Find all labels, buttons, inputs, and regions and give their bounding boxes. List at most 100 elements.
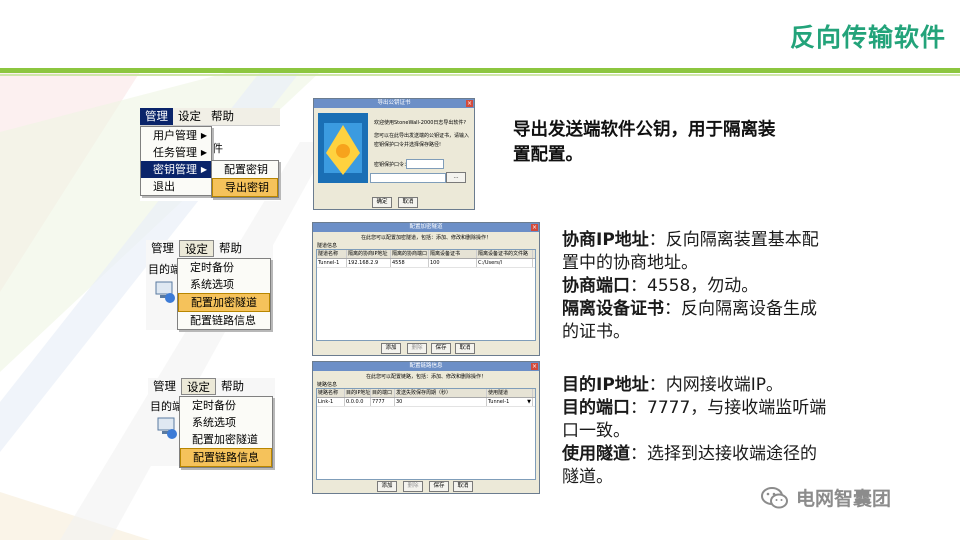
menu-item-exit[interactable]: 退出 bbox=[141, 178, 211, 195]
menu-item-system-options[interactable]: 系统选项 bbox=[178, 276, 270, 293]
column-header: 发送失败保存周期（秒） bbox=[395, 389, 487, 397]
menu-item-label: 任务管理 bbox=[153, 146, 197, 159]
table-cell: 30 bbox=[395, 398, 487, 406]
table-cell: 192.168.2.9 bbox=[347, 259, 391, 267]
dialog-title: 配置加密隧道 bbox=[409, 224, 443, 230]
key-use-tunnel: 使用隧道 bbox=[562, 444, 630, 464]
menu-item-config-link[interactable]: 配置链路信息 bbox=[178, 312, 270, 329]
key-destination-port: 目的端口 bbox=[562, 398, 630, 418]
table-cell: 100 bbox=[429, 259, 477, 267]
tunnel-table: 隧道名称 隔离的协商IP地址 隔离的协商端口 隔离设备证书 隔离设备证书的文件路… bbox=[316, 249, 536, 341]
dialog-title: 导出公钥证书 bbox=[377, 100, 411, 106]
key-submenu: 配置密钥 导出密钥 bbox=[211, 160, 279, 198]
menu-help[interactable]: 帮助 bbox=[216, 378, 249, 395]
value-destination-ip: ：内网接收端IP。 bbox=[648, 375, 784, 395]
submenu-arrow-icon: ▶ bbox=[200, 148, 207, 157]
menu-settings[interactable]: 设定 bbox=[181, 378, 216, 395]
column-header: 隧道名称 bbox=[317, 250, 347, 258]
chevron-down-icon: ▼ bbox=[527, 399, 531, 405]
cancel-button[interactable]: 取消 bbox=[455, 343, 475, 354]
menu-item-config-tunnel[interactable]: 配置加密隧道 bbox=[180, 431, 272, 448]
password-input[interactable] bbox=[406, 159, 444, 169]
menu-screenshot-3: 管理 设定 帮助 目的端 定时备份 系统选项 配置加密隧道 配置链路信息 bbox=[148, 378, 275, 468]
dialog-subtitle: 在此您可以配置加密隧道，包括：添加、修改和删除操作！ bbox=[360, 235, 491, 241]
tunnel-select-value: Tunnel-1 bbox=[488, 399, 510, 405]
menu-item-export-key[interactable]: 导出密钥 bbox=[212, 178, 278, 197]
menu-manage[interactable]: 管理 bbox=[140, 108, 173, 125]
submenu-arrow-icon: ▶ bbox=[200, 131, 207, 140]
menu-item-label: 用户管理 bbox=[153, 129, 197, 142]
export-key-dialog: 导出公钥证书 × 欢迎使用StoneWall-2000日志导出软件? 您可以在此导… bbox=[313, 98, 475, 210]
column-header: 隔离的协商端口 bbox=[392, 250, 429, 258]
menu-help[interactable]: 帮助 bbox=[214, 240, 247, 257]
computer-icon bbox=[157, 417, 177, 439]
link-table: 链路名称 目的IP地址 目的端口 发送失败保存周期（秒） 使用隧道 Link-1… bbox=[316, 388, 536, 480]
column-header: 隔离设备证书的文件路 bbox=[477, 250, 533, 258]
menu-item-config-link[interactable]: 配置链路信息 bbox=[180, 448, 272, 467]
menu-item-task-manage[interactable]: 任务管理 ▶ bbox=[141, 144, 211, 161]
menu-screenshot-2: 管理 设定 帮助 目的端 定时备份 系统选项 配置加密隧道 配置链路信息 bbox=[146, 240, 273, 330]
tunnel-select[interactable]: Tunnel-1 ▼ bbox=[487, 398, 533, 406]
menu-help[interactable]: 帮助 bbox=[206, 108, 239, 125]
dialog-line-2: 您可以在此导出发送端的公钥证书，请输入 bbox=[374, 133, 470, 139]
close-icon[interactable]: × bbox=[531, 363, 538, 370]
menu-manage[interactable]: 管理 bbox=[146, 240, 179, 257]
menu-manage[interactable]: 管理 bbox=[148, 378, 181, 395]
key-destination-ip: 目的IP地址 bbox=[562, 375, 649, 395]
menu-item-system-options[interactable]: 系统选项 bbox=[180, 414, 272, 431]
column-header: 目的IP地址 bbox=[346, 389, 371, 397]
link-config-dialog: 配置链路信息 × 在此您可以配置链路，包括：添加、修改和删除操作！ 链路信息 链路… bbox=[312, 361, 540, 494]
key-negotiation-ip: 协商IP地址 bbox=[562, 230, 649, 250]
dialog-titlebar: 配置链路信息 × bbox=[313, 362, 539, 371]
menu-item-scheduled-backup[interactable]: 定时备份 bbox=[180, 397, 272, 414]
menu-item-config-key[interactable]: 配置密钥 bbox=[212, 161, 278, 178]
table-row[interactable]: Tunnel-1 192.168.2.9 4558 100 C:/Users/l bbox=[317, 259, 535, 268]
delete-button[interactable]: 删除 bbox=[407, 343, 427, 354]
save-button[interactable]: 保存 bbox=[429, 481, 449, 492]
delete-button[interactable]: 删除 bbox=[403, 481, 423, 492]
close-icon[interactable]: × bbox=[466, 100, 473, 107]
menu-item-config-tunnel[interactable]: 配置加密隧道 bbox=[178, 293, 270, 312]
background-text: 件 bbox=[212, 142, 223, 155]
menu-item-label: 退出 bbox=[153, 180, 175, 193]
menu-settings[interactable]: 设定 bbox=[173, 108, 206, 125]
title-underline bbox=[0, 68, 960, 73]
save-button[interactable]: 保存 bbox=[431, 343, 451, 354]
close-icon[interactable]: × bbox=[531, 224, 538, 231]
tunnel-config-dialog: 配置加密隧道 × 在此您可以配置加密隧道，包括：添加、修改和删除操作！ 隧道信息 … bbox=[312, 222, 540, 356]
table-cell: 4558 bbox=[391, 259, 429, 267]
column-header: 隔离设备证书 bbox=[429, 250, 477, 258]
menubar: 管理 设定 帮助 bbox=[148, 378, 275, 395]
add-button[interactable]: 添加 bbox=[377, 481, 397, 492]
watermark-text: 电网智囊团 bbox=[796, 488, 892, 510]
dialog-line-3: 密钥保护口令并选择保存路径! bbox=[374, 142, 442, 148]
table-cell: 0.0.0.0 bbox=[345, 398, 371, 406]
table-row[interactable]: Link-1 0.0.0.0 7777 30 Tunnel-1 ▼ bbox=[317, 398, 535, 407]
link-description: 目的IP地址：内网接收端IP。 目的端口：7777，与接收端监听端口一致。 使用… bbox=[562, 374, 830, 489]
settings-menu: 定时备份 系统选项 配置加密隧道 配置链路信息 bbox=[177, 258, 271, 330]
path-input[interactable] bbox=[370, 173, 446, 183]
menubar: 管理 设定 帮助 bbox=[140, 108, 280, 126]
menu-settings[interactable]: 设定 bbox=[179, 240, 214, 257]
group-label: 链路信息 bbox=[317, 382, 338, 388]
group-label: 隧道信息 bbox=[317, 243, 338, 249]
table-header: 链路名称 目的IP地址 目的端口 发送失败保存周期（秒） 使用隧道 bbox=[317, 389, 535, 398]
value-negotiation-port: ：4558，勿动。 bbox=[630, 276, 759, 296]
column-header: 隔离的协商IP地址 bbox=[347, 250, 391, 258]
cancel-button[interactable]: 取消 bbox=[398, 197, 418, 208]
browse-button[interactable]: ... bbox=[446, 172, 466, 183]
export-description: 导出发送端软件公钥，用于隔离装置配置。 bbox=[513, 120, 776, 165]
cancel-button[interactable]: 取消 bbox=[453, 481, 473, 492]
table-header: 隧道名称 隔离的协商IP地址 隔离的协商端口 隔离设备证书 隔离设备证书的文件路 bbox=[317, 250, 535, 259]
dialog-titlebar: 导出公钥证书 × bbox=[314, 99, 474, 108]
menu-item-scheduled-backup[interactable]: 定时备份 bbox=[178, 259, 270, 276]
column-header: 链路名称 bbox=[317, 389, 345, 397]
computer-icon bbox=[155, 281, 175, 303]
dialog-line-1: 欢迎使用StoneWall-2000日志导出软件? bbox=[374, 120, 467, 126]
menu-item-user-manage[interactable]: 用户管理 ▶ bbox=[141, 127, 211, 144]
ok-button[interactable]: 确定 bbox=[372, 197, 392, 208]
table-cell: Link-1 bbox=[317, 398, 345, 406]
submenu-arrow-icon: ▶ bbox=[200, 165, 207, 174]
menu-item-key-manage[interactable]: 密钥管理 ▶ bbox=[141, 161, 211, 178]
add-button[interactable]: 添加 bbox=[381, 343, 401, 354]
